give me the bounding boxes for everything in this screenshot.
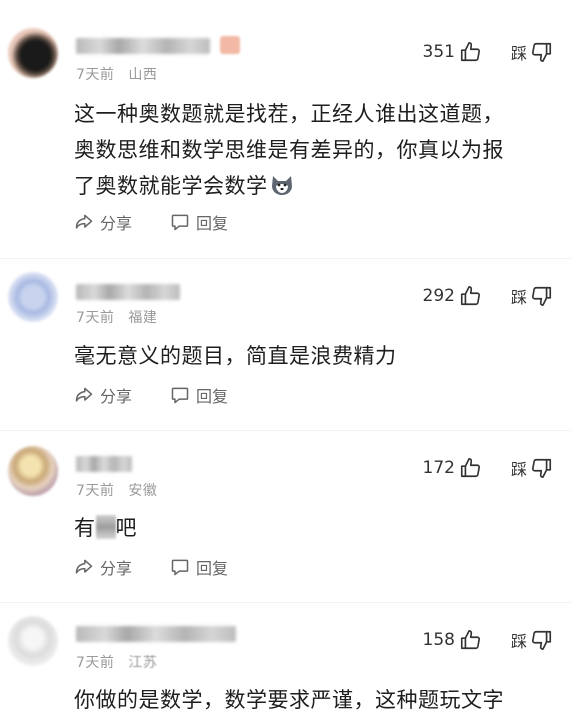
- dislike-label: 踩: [510, 632, 527, 651]
- like-button[interactable]: 172: [423, 457, 481, 479]
- comment-icon: [171, 559, 189, 576]
- avatar[interactable]: [8, 446, 58, 496]
- like-count: 172: [422, 458, 455, 478]
- reply-button[interactable]: 回复: [170, 210, 228, 234]
- username-blurred[interactable]: [76, 284, 180, 300]
- share-icon: [75, 214, 93, 229]
- comment-location: 江苏: [128, 655, 158, 671]
- comment-text-line: 有吧: [74, 510, 554, 546]
- divider: [0, 430, 571, 431]
- reply-button[interactable]: 回复: [170, 555, 228, 579]
- comment-text-line: 毫无意义的题目，简直是浪费精力: [74, 344, 397, 368]
- thumbs-up-icon: [460, 458, 480, 478]
- username-blurred[interactable]: [76, 38, 210, 54]
- avatar[interactable]: [8, 28, 58, 78]
- reply-label: 回复: [196, 559, 229, 578]
- dislike-label: 踩: [510, 460, 527, 479]
- comment-location: 山西: [128, 67, 158, 83]
- dislike-button[interactable]: 踩: [511, 40, 553, 64]
- comment-meta: 7天前 福建: [76, 307, 157, 327]
- comment-meta: 7天前 安徽: [76, 480, 157, 500]
- comment-text-segment: 吧: [115, 516, 137, 540]
- share-label: 分享: [100, 387, 133, 406]
- thumbs-up-icon: [460, 630, 480, 650]
- share-icon: [75, 387, 93, 402]
- comment-actions: 分享 回复: [74, 555, 228, 579]
- reply-label: 回复: [196, 387, 229, 406]
- comment-text-segment: 有: [74, 516, 96, 540]
- divider: [0, 258, 571, 259]
- dislike-label: 踩: [510, 288, 527, 307]
- share-button[interactable]: 分享: [74, 210, 132, 234]
- dislike-button[interactable]: 踩: [511, 456, 553, 480]
- thumbs-up-icon: [460, 42, 480, 62]
- thumbs-up-icon: [460, 286, 480, 306]
- vote-bar: 292 踩: [423, 284, 553, 308]
- dislike-button[interactable]: 踩: [511, 284, 553, 308]
- comment-text: 毫无意义的题目，简直是浪费精力: [74, 338, 554, 374]
- username-blurred[interactable]: [76, 456, 132, 472]
- censored-text: [95, 515, 116, 539]
- user-badge: [220, 36, 240, 54]
- vote-bar: 351 踩: [423, 40, 553, 64]
- dislike-button[interactable]: 踩: [511, 628, 553, 652]
- reply-label: 回复: [196, 214, 229, 233]
- avatar[interactable]: [8, 616, 58, 666]
- username-blurred[interactable]: [76, 626, 236, 642]
- comment-text-segment: 了奥数就能学会数学: [74, 174, 268, 198]
- comment-time: 7天前: [76, 655, 115, 671]
- thumbs-down-icon: [532, 286, 552, 306]
- comment-text-line: 了奥数就能学会数学: [74, 168, 554, 204]
- like-count: 292: [422, 286, 455, 306]
- reply-button[interactable]: 回复: [170, 383, 228, 407]
- comment-icon: [171, 387, 189, 404]
- comment-time: 7天前: [76, 310, 115, 326]
- thumbs-down-icon: [532, 458, 552, 478]
- like-button[interactable]: 292: [423, 285, 481, 307]
- comment-icon: [171, 214, 189, 231]
- comment-location: 安徽: [128, 483, 158, 499]
- comment-location: 福建: [128, 310, 158, 326]
- share-label: 分享: [100, 214, 133, 233]
- comment-meta: 7天前 江苏: [76, 652, 157, 672]
- dog-emoji-icon: [271, 176, 292, 195]
- like-button[interactable]: 158: [423, 629, 481, 651]
- thumbs-down-icon: [532, 42, 552, 62]
- comment-actions: 分享 回复: [74, 210, 228, 234]
- vote-bar: 158 踩: [423, 628, 553, 652]
- comment-time: 7天前: [76, 67, 115, 83]
- share-icon: [75, 559, 93, 574]
- comment-text-line: 奥数思维和数学思维是有差异的，你真以为报: [74, 138, 504, 162]
- avatar[interactable]: [8, 272, 58, 322]
- dislike-label: 踩: [510, 44, 527, 63]
- like-count: 351: [422, 42, 455, 62]
- like-count: 158: [422, 630, 455, 650]
- comment-time: 7天前: [76, 483, 115, 499]
- comment-meta: 7天前 山西: [76, 64, 157, 84]
- comment-text-line: 这一种奥数题就是找茬，正经人谁出这道题，: [74, 102, 504, 126]
- share-button[interactable]: 分享: [74, 383, 132, 407]
- comment-text: 这一种奥数题就是找茬，正经人谁出这道题， 奥数思维和数学思维是有差异的，你真以为…: [74, 96, 554, 204]
- comment-text: 有吧: [74, 510, 554, 546]
- thumbs-down-icon: [532, 630, 552, 650]
- comment-text-line: 你做的是数学，数学要求严谨，这种题玩文字: [74, 688, 504, 712]
- like-button[interactable]: 351: [423, 41, 481, 63]
- share-button[interactable]: 分享: [74, 555, 132, 579]
- share-label: 分享: [100, 559, 133, 578]
- comment-actions: 分享 回复: [74, 383, 228, 407]
- vote-bar: 172 踩: [423, 456, 553, 480]
- comment-text: 你做的是数学，数学要求严谨，这种题玩文字: [74, 682, 554, 718]
- divider: [0, 602, 571, 603]
